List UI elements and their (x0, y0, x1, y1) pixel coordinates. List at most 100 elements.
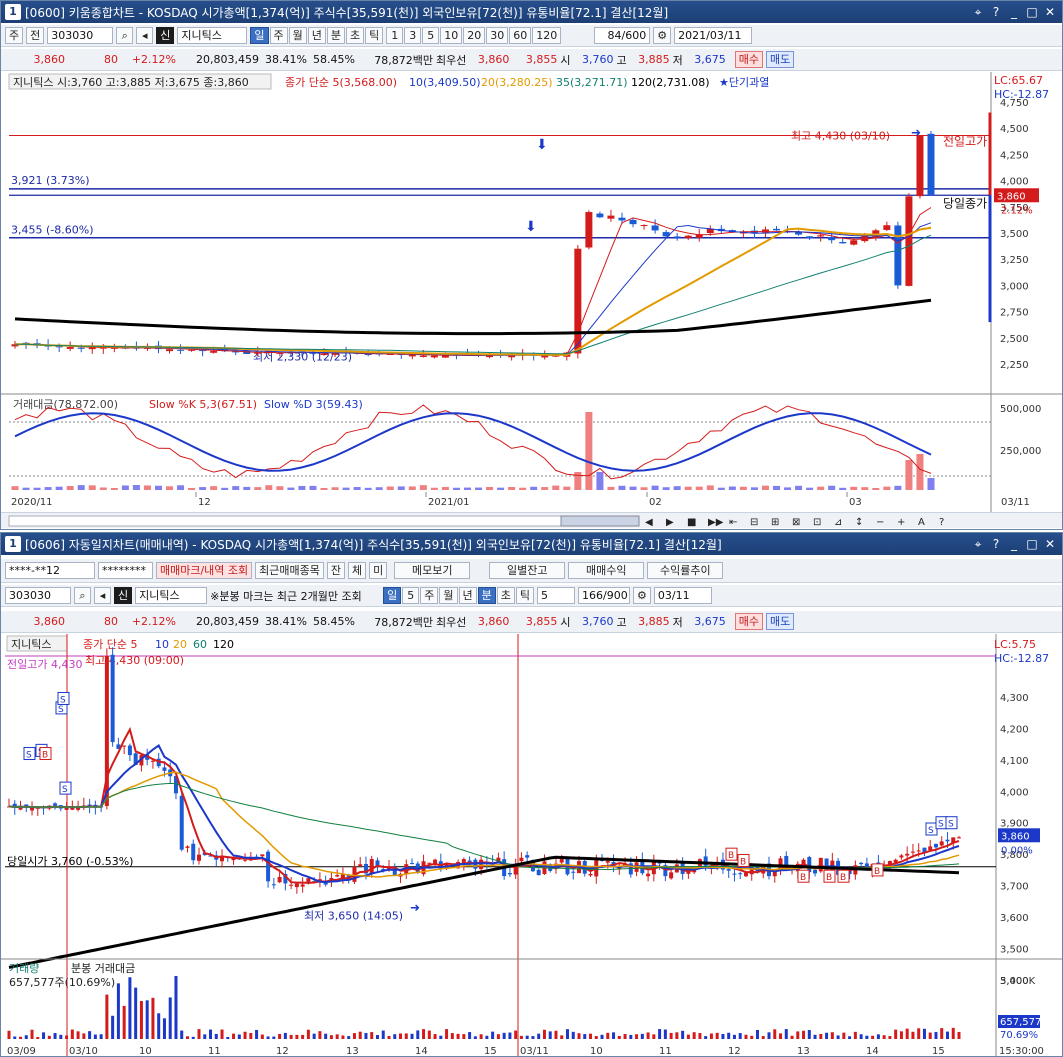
minute-select[interactable]: 5 (537, 587, 575, 604)
period-button-6[interactable]: 틱 (365, 27, 384, 44)
minute-button-4[interactable]: 20 (463, 27, 486, 44)
volume-bar (790, 1035, 794, 1039)
volume-bar (185, 1036, 189, 1039)
period-button-1[interactable]: 5 (402, 587, 420, 604)
minute-button-1[interactable]: 3 (404, 27, 422, 44)
maximize-icon[interactable]: □ (1024, 4, 1040, 20)
profit-trend-button[interactable]: 수익률추이 (647, 562, 724, 579)
volume-bar (191, 1036, 195, 1039)
link-icon[interactable]: ⌖ (970, 536, 986, 552)
amount-bar (298, 485, 306, 490)
top-scrollbar[interactable]: ◀ ▶ ■ ▶▶ ⇤ ⊟ ⊞ ⊠ ⊡ ⊿ ↕ − + A? (1, 512, 1062, 528)
date-input[interactable]: 03/11 (653, 587, 712, 604)
minimize-icon[interactable]: _ (1006, 536, 1022, 552)
buy-button[interactable]: 매수 (734, 51, 763, 68)
trade-profit-button[interactable]: 매매수익 (568, 562, 645, 579)
x-axis-label: 2021/01 (428, 497, 470, 508)
volume-bar (675, 1032, 679, 1039)
minimize-icon[interactable]: _ (1006, 4, 1022, 20)
volume-bar (157, 1013, 161, 1039)
x-axis-label: 15 (484, 1046, 497, 1057)
period-button-7[interactable]: 틱 (515, 587, 534, 604)
type-select[interactable]: 주 (5, 27, 24, 44)
candle-body (536, 869, 541, 876)
period-button-3[interactable]: 년 (307, 27, 326, 44)
trade-mark-button[interactable]: 매매마크/내역 조회 (156, 562, 253, 579)
stock-name[interactable]: 지니틱스 (135, 587, 208, 604)
minute-button-5[interactable]: 30 (486, 27, 509, 44)
date-input[interactable]: 2021/03/11 (674, 27, 753, 44)
amount-bar (784, 487, 792, 490)
volume-bar (755, 1029, 759, 1039)
low-price: 3,675 (694, 53, 726, 66)
volume-bar (295, 1034, 299, 1039)
legend-ma120: 120 (213, 638, 234, 651)
amount-bar (475, 487, 483, 490)
y-tick-label: 4,000 (1000, 787, 1029, 798)
amount-bar (121, 485, 129, 490)
close-icon[interactable]: ✕ (1042, 536, 1058, 552)
volume-bar (623, 1033, 627, 1039)
sell-button[interactable]: 매도 (766, 51, 795, 68)
link-icon[interactable]: ⌖ (970, 4, 986, 20)
x-axis-label: 12 (728, 1046, 741, 1057)
minute-button-6[interactable]: 60 (509, 27, 532, 44)
period-button-0[interactable]: 일 (250, 27, 269, 44)
close-icon[interactable]: ✕ (1042, 4, 1058, 20)
count-input[interactable]: 84/600 (594, 27, 651, 44)
search-icon[interactable]: ⌕ (74, 587, 91, 604)
volume-bar (399, 1033, 403, 1039)
balance-button[interactable]: 잔 (326, 562, 346, 579)
volume-bar (721, 1034, 725, 1039)
help-icon[interactable]: ? (988, 536, 1004, 552)
period-button-4[interactable]: 분 (326, 27, 345, 44)
stock-name[interactable]: 지니틱스 (177, 27, 248, 44)
password-input[interactable]: ******** (98, 562, 153, 579)
lower-legend-vol-val: 657,577주(10.69%) (9, 976, 115, 989)
period-button-2[interactable]: 월 (288, 27, 307, 44)
filled-button[interactable]: 체 (348, 562, 367, 579)
chart-navigation-bar[interactable]: ◀ ▶ ■ ▶▶ ⇤ ⊟ ⊞ ⊠ ⊡ ⊿ ↕ − + A? (1, 513, 1063, 529)
recent-trades-button[interactable]: 최근매매종목 (255, 562, 324, 579)
buy-button[interactable]: 매수 (734, 613, 763, 630)
period-button-0[interactable]: 일 (383, 587, 402, 604)
period-button-5[interactable]: 분 (477, 587, 496, 604)
candle-body (53, 803, 58, 806)
volume-bar (168, 997, 172, 1039)
maximize-icon[interactable]: □ (1024, 536, 1040, 552)
candle-body (479, 859, 484, 870)
help-icon[interactable]: ? (988, 4, 1004, 20)
period-button-2[interactable]: 주 (420, 587, 439, 604)
candle-body (122, 745, 127, 747)
sell-button[interactable]: 매도 (766, 613, 795, 630)
open-label: 시 (560, 53, 571, 67)
minute-button-7[interactable]: 120 (532, 27, 562, 44)
volume-bar (945, 1031, 949, 1039)
period-button-6[interactable]: 초 (496, 587, 515, 604)
search-icon[interactable]: ⌕ (116, 27, 134, 44)
daily-balance-button[interactable]: 일별잔고 (489, 562, 566, 579)
period-button-4[interactable]: 년 (458, 587, 477, 604)
count-input[interactable]: 166/900 (578, 587, 630, 604)
minute-button-2[interactable]: 5 (422, 27, 440, 44)
period-button-5[interactable]: 초 (346, 27, 365, 44)
period-button-3[interactable]: 월 (439, 587, 458, 604)
code-input[interactable]: 303030 (5, 587, 71, 604)
memo-button[interactable]: 메모보기 (394, 562, 471, 579)
period-button-1[interactable]: 주 (269, 27, 288, 44)
settings-icon[interactable]: ⚙ (653, 27, 672, 44)
account-input[interactable]: ****-**12 (5, 562, 95, 579)
minute-button-0[interactable]: 1 (386, 27, 404, 44)
sound-icon[interactable]: ◂ (94, 587, 111, 604)
unfilled-button[interactable]: 미 (369, 562, 388, 579)
prev-button[interactable]: 전 (26, 27, 45, 44)
nav-control-icon: ↕ (855, 517, 863, 528)
volume-bar (888, 1036, 892, 1039)
best-label: 최우선 (436, 53, 467, 67)
sound-icon[interactable]: ◂ (136, 27, 154, 44)
settings-icon[interactable]: ⚙ (633, 587, 651, 604)
candle-body (300, 884, 305, 887)
code-input[interactable]: 303030 (47, 27, 114, 44)
candle-body (945, 839, 950, 842)
minute-button-3[interactable]: 10 (440, 27, 463, 44)
